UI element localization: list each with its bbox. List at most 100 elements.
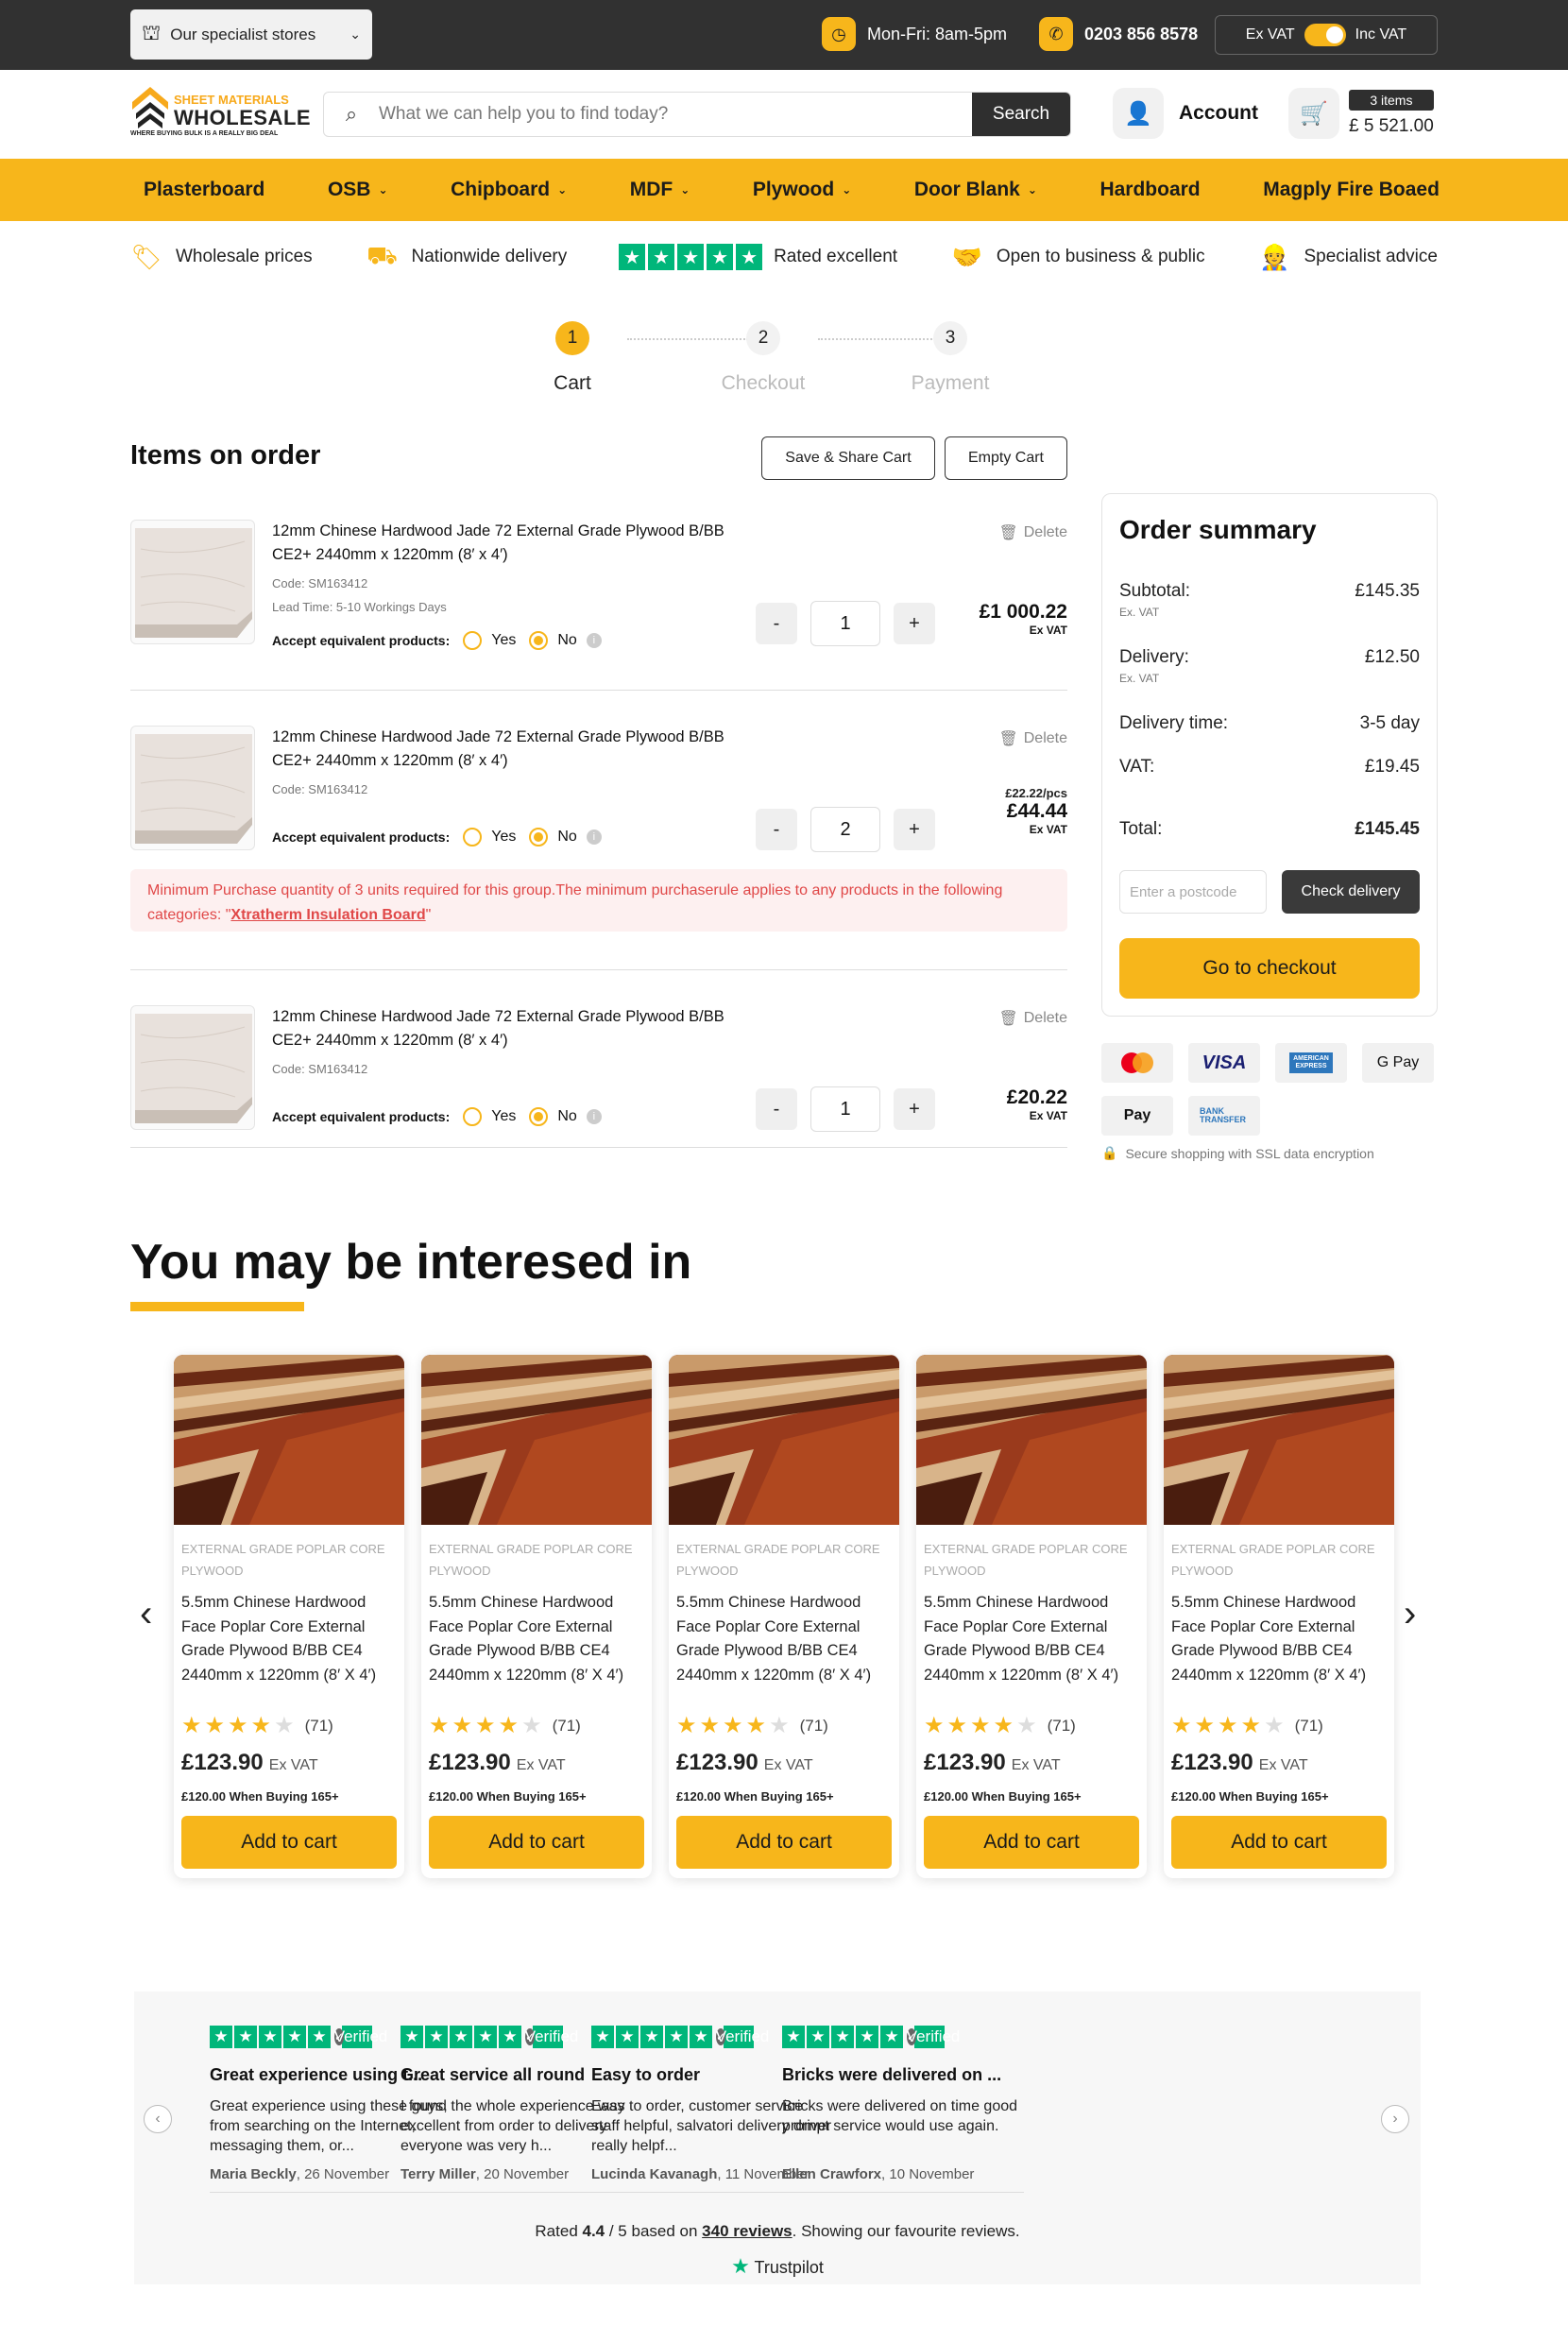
radio-yes[interactable] xyxy=(463,1107,483,1126)
nav-item-magply[interactable]: Magply Fire Boaed xyxy=(1263,179,1440,201)
product-thumbnail[interactable] xyxy=(130,1005,255,1130)
product-image[interactable] xyxy=(1164,1355,1394,1525)
specialist-stores-dropdown[interactable]: ⛫ Our specialist stores ⌄ xyxy=(130,9,372,60)
nav-item-mdf[interactable]: MDF ⌄ xyxy=(630,179,690,201)
step-cart[interactable]: 1 Cart xyxy=(506,321,639,395)
divider xyxy=(130,690,1067,691)
info-icon[interactable]: i xyxy=(586,1109,602,1124)
step-checkout[interactable]: 2 Checkout xyxy=(697,321,829,395)
nav-item-hardboard[interactable]: Hardboard xyxy=(1099,179,1200,201)
vat-toggle[interactable] xyxy=(1304,24,1346,46)
product-image[interactable] xyxy=(669,1355,899,1525)
product-card[interactable]: EXTERNAL GRADE POPLAR CORE PLYWOOD 5.5mm … xyxy=(916,1355,1147,1878)
site-logo[interactable]: SHEET MATERIALS WHOLESALE WHERE BUYING B… xyxy=(128,81,311,140)
reviews-count-link[interactable]: 340 reviews xyxy=(702,2222,792,2240)
review-card[interactable]: ★ ★ ★ ★ ★ ✓ Verified Bricks were delivered on .… xyxy=(782,2026,1024,2193)
product-image[interactable] xyxy=(174,1355,404,1525)
step-payment[interactable]: 3 Payment xyxy=(884,321,1016,395)
account-link[interactable]: 👤 Account xyxy=(1113,88,1258,139)
bank-transfer-icon: BANK TRANSFER xyxy=(1188,1096,1260,1136)
search-input[interactable] xyxy=(379,104,972,125)
star-icon: ★ xyxy=(616,2026,639,2048)
radio-no[interactable] xyxy=(529,828,549,847)
accept-yes-option[interactable]: Yes xyxy=(463,828,516,847)
go-to-checkout-button[interactable]: Go to checkout xyxy=(1119,938,1420,999)
carousel-prev-icon[interactable]: ‹ xyxy=(140,1593,152,1635)
product-name[interactable]: 5.5mm Chinese Hardwood Face Poplar Core … xyxy=(1171,1591,1389,1687)
product-name[interactable]: 5.5mm Chinese Hardwood Face Poplar Core … xyxy=(181,1591,399,1687)
qty-value[interactable]: 2 xyxy=(810,807,880,852)
product-name[interactable]: 12mm Chinese Hardwood Jade 72 External G… xyxy=(272,520,744,567)
warning-category-link[interactable]: Xtratherm Insulation Board xyxy=(230,907,425,923)
radio-no[interactable] xyxy=(529,631,549,650)
product-thumbnail[interactable] xyxy=(130,726,255,850)
price-value: £123.90 xyxy=(429,1750,511,1775)
product-thumbnail[interactable] xyxy=(130,520,255,644)
decrease-qty-button[interactable]: - xyxy=(756,603,797,644)
product-name[interactable]: 12mm Chinese Hardwood Jade 72 External G… xyxy=(272,726,744,773)
star-icon: ★ xyxy=(745,1713,767,1738)
accept-no-option[interactable]: No i xyxy=(529,828,602,847)
accept-no-option[interactable]: No i xyxy=(529,631,602,650)
decrease-qty-button[interactable]: - xyxy=(756,1088,797,1130)
product-card[interactable]: EXTERNAL GRADE POPLAR CORE PLYWOOD 5.5mm … xyxy=(421,1355,652,1878)
nav-item-plywood[interactable]: Plywood ⌄ xyxy=(753,179,851,201)
add-to-cart-button[interactable]: Add to cart xyxy=(1171,1816,1387,1869)
empty-cart-button[interactable]: Empty Cart xyxy=(945,436,1067,480)
star-icon: ★ xyxy=(450,2026,472,2048)
accept-yes-option[interactable]: Yes xyxy=(463,631,516,650)
add-to-cart-button[interactable]: Add to cart xyxy=(676,1816,892,1869)
star-icon: ★ xyxy=(1016,1713,1037,1738)
increase-qty-button[interactable]: + xyxy=(894,1088,935,1130)
accept-yes-option[interactable]: Yes xyxy=(463,1107,516,1126)
reviews-prev-icon[interactable]: ‹ xyxy=(144,2105,172,2133)
product-name[interactable]: 5.5mm Chinese Hardwood Face Poplar Core … xyxy=(924,1591,1141,1687)
product-card[interactable]: EXTERNAL GRADE POPLAR CORE PLYWOOD 5.5mm … xyxy=(1164,1355,1394,1878)
accept-no-option[interactable]: No i xyxy=(529,1107,602,1126)
reviews-next-icon[interactable]: › xyxy=(1381,2105,1409,2133)
nav-item-door-blank[interactable]: Door Blank ⌄ xyxy=(914,179,1037,201)
decrease-qty-button[interactable]: - xyxy=(756,809,797,850)
minimum-quantity-warning: Minimum Purchase quantity of 3 units req… xyxy=(130,869,1067,932)
plywood-stack-image xyxy=(1164,1355,1394,1525)
qty-value[interactable]: 1 xyxy=(810,601,880,646)
product-card[interactable]: EXTERNAL GRADE POPLAR CORE PLYWOOD 5.5mm … xyxy=(669,1355,899,1878)
add-to-cart-button[interactable]: Add to cart xyxy=(181,1816,397,1869)
plywood-stack-image xyxy=(916,1355,1147,1525)
add-to-cart-button[interactable]: Add to cart xyxy=(429,1816,644,1869)
increase-qty-button[interactable]: + xyxy=(894,809,935,850)
delete-button[interactable]: 🗑 Delete xyxy=(998,729,1067,748)
cart-link[interactable]: 🛒 3 items £ 5 521.00 xyxy=(1288,88,1434,139)
radio-no[interactable] xyxy=(529,1107,549,1126)
search-button[interactable]: Search xyxy=(972,93,1070,136)
check-delivery-button[interactable]: Check delivery xyxy=(1282,870,1420,914)
product-image[interactable] xyxy=(916,1355,1147,1525)
product-name[interactable]: 5.5mm Chinese Hardwood Face Poplar Core … xyxy=(676,1591,894,1687)
star-icon: ★ xyxy=(924,1713,945,1738)
postcode-input[interactable]: Enter a postcode xyxy=(1119,870,1267,914)
qty-value[interactable]: 1 xyxy=(810,1086,880,1132)
delete-button[interactable]: 🗑 Delete xyxy=(998,523,1067,542)
accept-label: Accept equivalent products: xyxy=(272,1109,451,1124)
star-icon: ★ xyxy=(274,1713,295,1738)
add-to-cart-button[interactable]: Add to cart xyxy=(924,1816,1139,1869)
nav-item-plasterboard[interactable]: Plasterboard xyxy=(144,179,264,201)
save-share-cart-button[interactable]: Save & Share Cart xyxy=(761,436,935,480)
radio-yes[interactable] xyxy=(463,828,483,847)
radio-yes[interactable] xyxy=(463,631,483,650)
delete-button[interactable]: 🗑 Delete xyxy=(998,1009,1067,1028)
info-icon[interactable]: i xyxy=(586,829,602,845)
carousel-next-icon[interactable]: › xyxy=(1404,1593,1416,1635)
increase-qty-button[interactable]: + xyxy=(894,603,935,644)
nav-label: Chipboard xyxy=(451,179,551,200)
phone-link[interactable]: ✆ 0203 856 8578 xyxy=(1039,17,1198,51)
nav-item-chipboard[interactable]: Chipboard ⌄ xyxy=(451,179,567,201)
product-name[interactable]: 5.5mm Chinese Hardwood Face Poplar Core … xyxy=(429,1591,646,1687)
summary-title: Order summary xyxy=(1119,515,1317,544)
product-image[interactable] xyxy=(421,1355,652,1525)
nav-item-osb[interactable]: OSB ⌄ xyxy=(328,179,388,201)
info-icon[interactable]: i xyxy=(586,633,602,648)
product-card[interactable]: EXTERNAL GRADE POPLAR CORE PLYWOOD 5.5mm … xyxy=(174,1355,404,1878)
trustpilot-logo[interactable]: ★ Trustpilot xyxy=(134,2254,1421,2279)
product-name[interactable]: 12mm Chinese Hardwood Jade 72 External G… xyxy=(272,1005,744,1052)
